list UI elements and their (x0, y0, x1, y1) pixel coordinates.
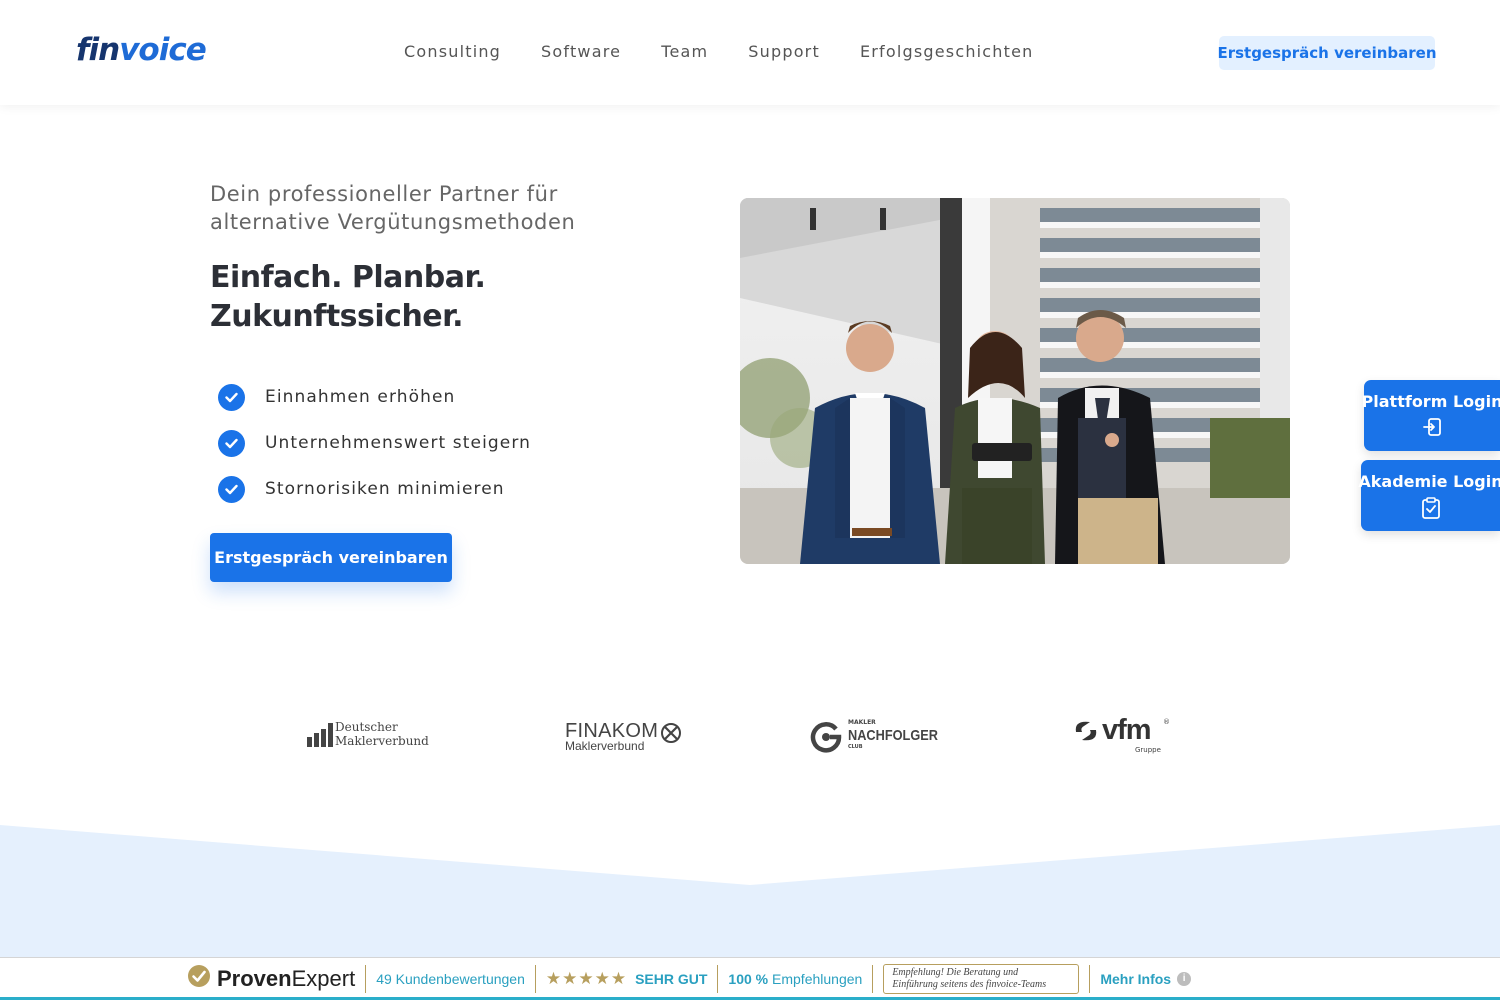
pe-stars-rating: ★★★★★ (545, 969, 628, 989)
platform-login-label: Plattform Login (1361, 392, 1500, 411)
pe-brand-b: Expert (291, 966, 356, 991)
finvoice-logo[interactable]: finvoice (76, 32, 207, 68)
pe-rating-label: SEHR GUT (635, 971, 708, 987)
platform-login-button[interactable]: Plattform Login (1361, 380, 1500, 451)
benefit-item: Einnahmen erhöhen (218, 374, 531, 420)
vfm-sub: Gruppe (1135, 746, 1161, 754)
logo-part-fin: fin (76, 32, 120, 68)
nav-support[interactable]: Support (748, 42, 820, 61)
check-badge-icon (187, 964, 211, 994)
hero-cta-button[interactable]: Erstgespräch vereinbaren (210, 533, 452, 582)
hero-headline: Einfach. Planbar. Zukunftssicher. (210, 258, 630, 336)
headline-line-1: Einfach. Planbar. (210, 260, 486, 295)
partner-logo-makler-nachfolger-club: MAKLER NACHFOLGER CLUB (810, 718, 938, 757)
pe-review-quote: Empfehlung! Die Beratung und Einführung … (883, 964, 1080, 994)
pe-brand-a: Proven (217, 966, 292, 991)
benefit-list: Einnahmen erhöhen Unternehmenswert steig… (218, 374, 531, 512)
logo-part-voice: voice (119, 32, 207, 68)
pe-reviews-count[interactable]: 49 Kundenbewertungen (376, 971, 525, 987)
site-header: finvoice Consulting Software Team Suppor… (0, 0, 1500, 105)
benefit-item: Stornorisiken minimieren (218, 466, 531, 512)
check-circle-icon (218, 383, 245, 411)
section-background-shape (0, 825, 1500, 960)
partner-logo-vfm: vfm ® Gruppe (1072, 714, 1172, 756)
nav-consulting[interactable]: Consulting (404, 42, 501, 61)
pe-recommendation-label: Empfehlungen (772, 971, 863, 987)
nav-software[interactable]: Software (541, 42, 621, 61)
partner-finakom-sub: Maklerverbund (565, 739, 645, 753)
pe-recommendation-value: 100 % (728, 971, 769, 987)
nav-erfolgsgeschichten[interactable]: Erfolgsgeschichten (860, 42, 1034, 61)
hero-subtitle: Dein professioneller Partner für alterna… (210, 182, 576, 234)
provenexpert-brand[interactable]: Proven Expert (187, 964, 355, 994)
nachfolger-top: MAKLER (848, 719, 876, 726)
info-icon: i (1177, 972, 1192, 986)
team-photo-illustration (740, 198, 1290, 564)
check-circle-icon (218, 475, 245, 503)
bars-icon (307, 723, 333, 747)
nachfolger-name: NACHFOLGER (848, 727, 938, 744)
check-circle-icon (218, 429, 245, 457)
academy-login-label: Akademie Login (1358, 472, 1500, 491)
clipboard-check-icon (1421, 497, 1441, 523)
finakom-mark-icon (660, 722, 682, 748)
benefit-label: Stornorisiken minimieren (265, 479, 505, 499)
pe-quote-line2: Einführung seitens des finvoice-Teams (892, 979, 1047, 990)
hero-photo (740, 198, 1290, 564)
pe-more-info-link[interactable]: Mehr Infos i (1100, 971, 1192, 987)
header-cta-button[interactable]: Erstgespräch vereinbaren (1217, 36, 1437, 70)
provenexpert-bar[interactable]: Proven Expert 49 Kundenbewertungen ★★★★★ … (0, 957, 1500, 1000)
partner-logo-deutscher-maklerverbund: Deutscher Maklerverbund (307, 720, 429, 750)
headline-line-2: Zukunftssicher. (210, 299, 464, 334)
nav-team[interactable]: Team (661, 42, 708, 61)
benefit-label: Einnahmen erhöhen (265, 387, 456, 407)
nachfolger-bottom: CLUB (848, 744, 863, 750)
partner-dmv-line1: Deutscher (335, 720, 398, 734)
partner-dmv-line2: Maklerverbund (335, 734, 429, 748)
academy-login-button[interactable]: Akademie Login (1358, 460, 1500, 531)
benefit-label: Unternehmenswert steigern (265, 433, 532, 453)
main-nav: Consulting Software Team Support Erfolgs… (404, 42, 1034, 61)
login-arrow-icon (1422, 417, 1442, 441)
benefit-item: Unternehmenswert steigern (218, 420, 531, 466)
pe-quote-line1: Empfehlung! Die Beratung und (892, 967, 1019, 978)
pe-more-label: Mehr Infos (1100, 971, 1172, 987)
vfm-name: vfm (1102, 714, 1152, 746)
vfm-swirl-icon (1072, 718, 1100, 748)
nachfolger-circle-icon (810, 721, 842, 757)
vfm-registered: ® (1163, 718, 1170, 726)
partner-logo-finakom: FINAKOM Maklerverbund (565, 720, 685, 754)
